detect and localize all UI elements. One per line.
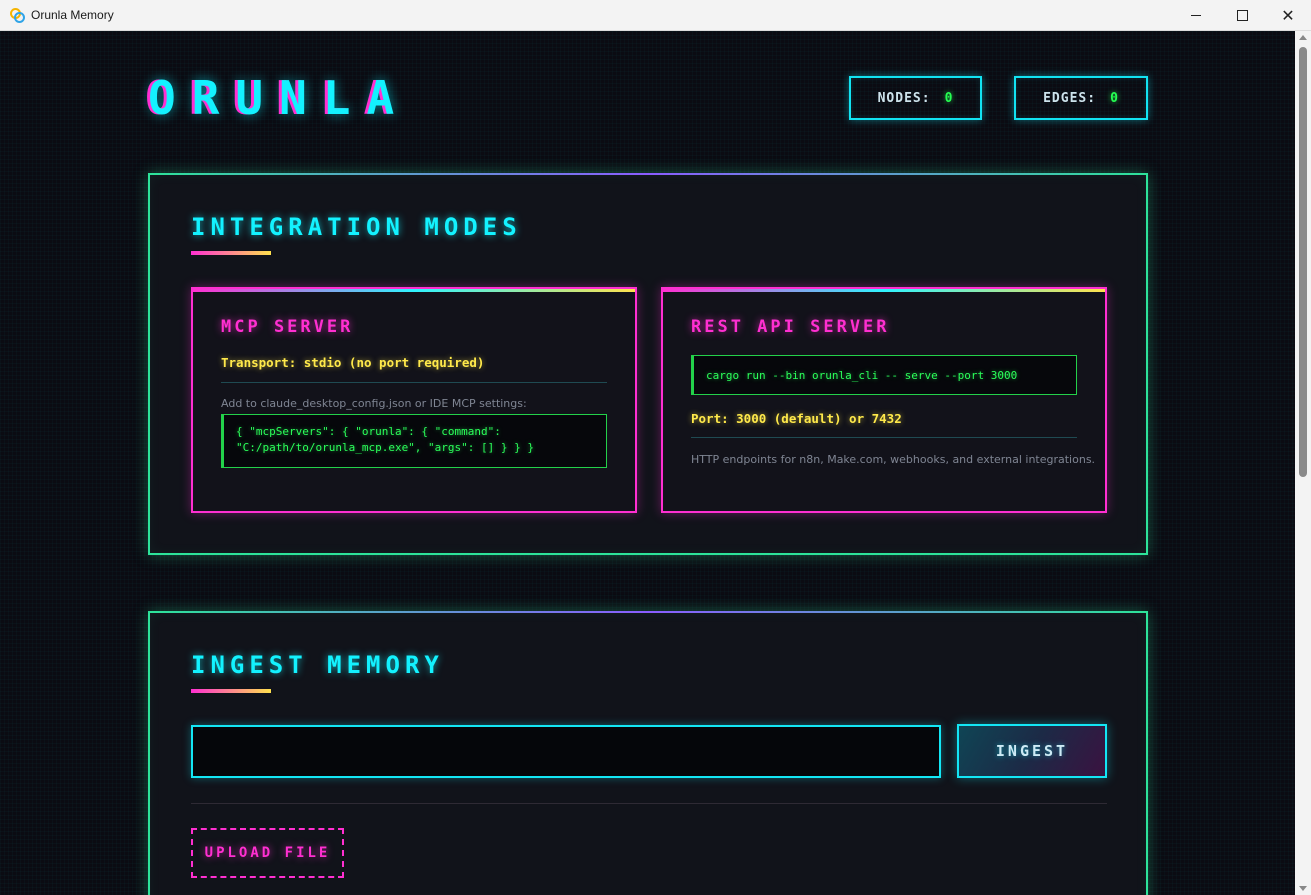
mcp-config-hint: Add to claude_desktop_config.json or IDE… — [221, 397, 527, 410]
ingest-button[interactable]: INGEST — [957, 724, 1107, 778]
maximize-icon — [1236, 10, 1248, 21]
integration-modes-title: INTEGRATION MODES — [191, 213, 522, 241]
rest-description: HTTP endpoints for n8n, Make.com, webhoo… — [691, 453, 1096, 466]
rest-command-text: cargo run --bin orunla_cli -- serve --po… — [706, 369, 1018, 382]
minimize-icon — [1191, 15, 1201, 16]
upload-file-button[interactable]: UPLOAD FILE — [191, 828, 344, 878]
ingest-input[interactable] — [191, 725, 941, 778]
scroll-up-icon[interactable] — [1299, 35, 1307, 40]
scrollbar-thumb[interactable] — [1299, 47, 1307, 477]
close-button[interactable]: ✕ — [1265, 0, 1311, 31]
mcp-config-line-2: "C:/path/to/orunla_mcp.exe", "args": [] … — [236, 441, 535, 454]
rest-command-code[interactable]: cargo run --bin orunla_cli -- serve --po… — [691, 355, 1077, 395]
ingest-memory-panel: INGEST MEMORY INGEST UPLOAD FILE — [148, 611, 1148, 895]
mcp-server-title: MCP SERVER — [221, 317, 354, 337]
title-underline — [191, 689, 271, 693]
mcp-server-card: MCP SERVER Transport: stdio (no port req… — [191, 287, 637, 513]
edges-counter: EDGES: 0 — [1014, 76, 1148, 120]
maximize-button[interactable] — [1219, 0, 1265, 31]
nodes-label: NODES: — [877, 90, 931, 106]
rest-api-title: REST API SERVER — [691, 317, 890, 337]
ingest-memory-title: INGEST MEMORY — [191, 651, 444, 679]
mcp-config-code[interactable]: { "mcpServers": { "orunla": { "command":… — [221, 414, 607, 468]
window-titlebar: Orunla Memory ✕ — [0, 0, 1311, 31]
app-logo-text: ORUNLA — [148, 71, 411, 125]
edges-label: EDGES: — [1043, 90, 1097, 106]
close-icon: ✕ — [1281, 5, 1295, 25]
edges-value: 0 — [1110, 90, 1119, 106]
rest-divider — [691, 437, 1077, 438]
window-controls: ✕ — [1173, 0, 1311, 31]
mcp-divider — [221, 382, 607, 383]
rest-port-text: Port: 3000 (default) or 7432 — [691, 411, 902, 426]
app-viewport: ORUNLA NODES: 0 EDGES: 0 INTEGRATION MOD… — [0, 31, 1295, 895]
nodes-value: 0 — [944, 90, 954, 106]
nodes-counter: NODES: 0 — [849, 76, 982, 120]
rest-api-card: REST API SERVER cargo run --bin orunla_c… — [661, 287, 1107, 513]
vertical-scrollbar[interactable] — [1295, 31, 1311, 895]
ingest-divider — [191, 803, 1107, 804]
minimize-button[interactable] — [1173, 0, 1219, 31]
mcp-config-line-1: { "mcpServers": { "orunla": { "command": — [236, 425, 501, 438]
window-title: Orunla Memory — [31, 8, 114, 22]
mcp-transport-text: Transport: stdio (no port required) — [221, 355, 485, 370]
title-underline — [191, 251, 271, 255]
scroll-down-icon[interactable] — [1299, 886, 1307, 891]
integration-modes-panel: INTEGRATION MODES MCP SERVER Transport: … — [148, 173, 1148, 555]
app-logo-icon — [10, 8, 25, 23]
